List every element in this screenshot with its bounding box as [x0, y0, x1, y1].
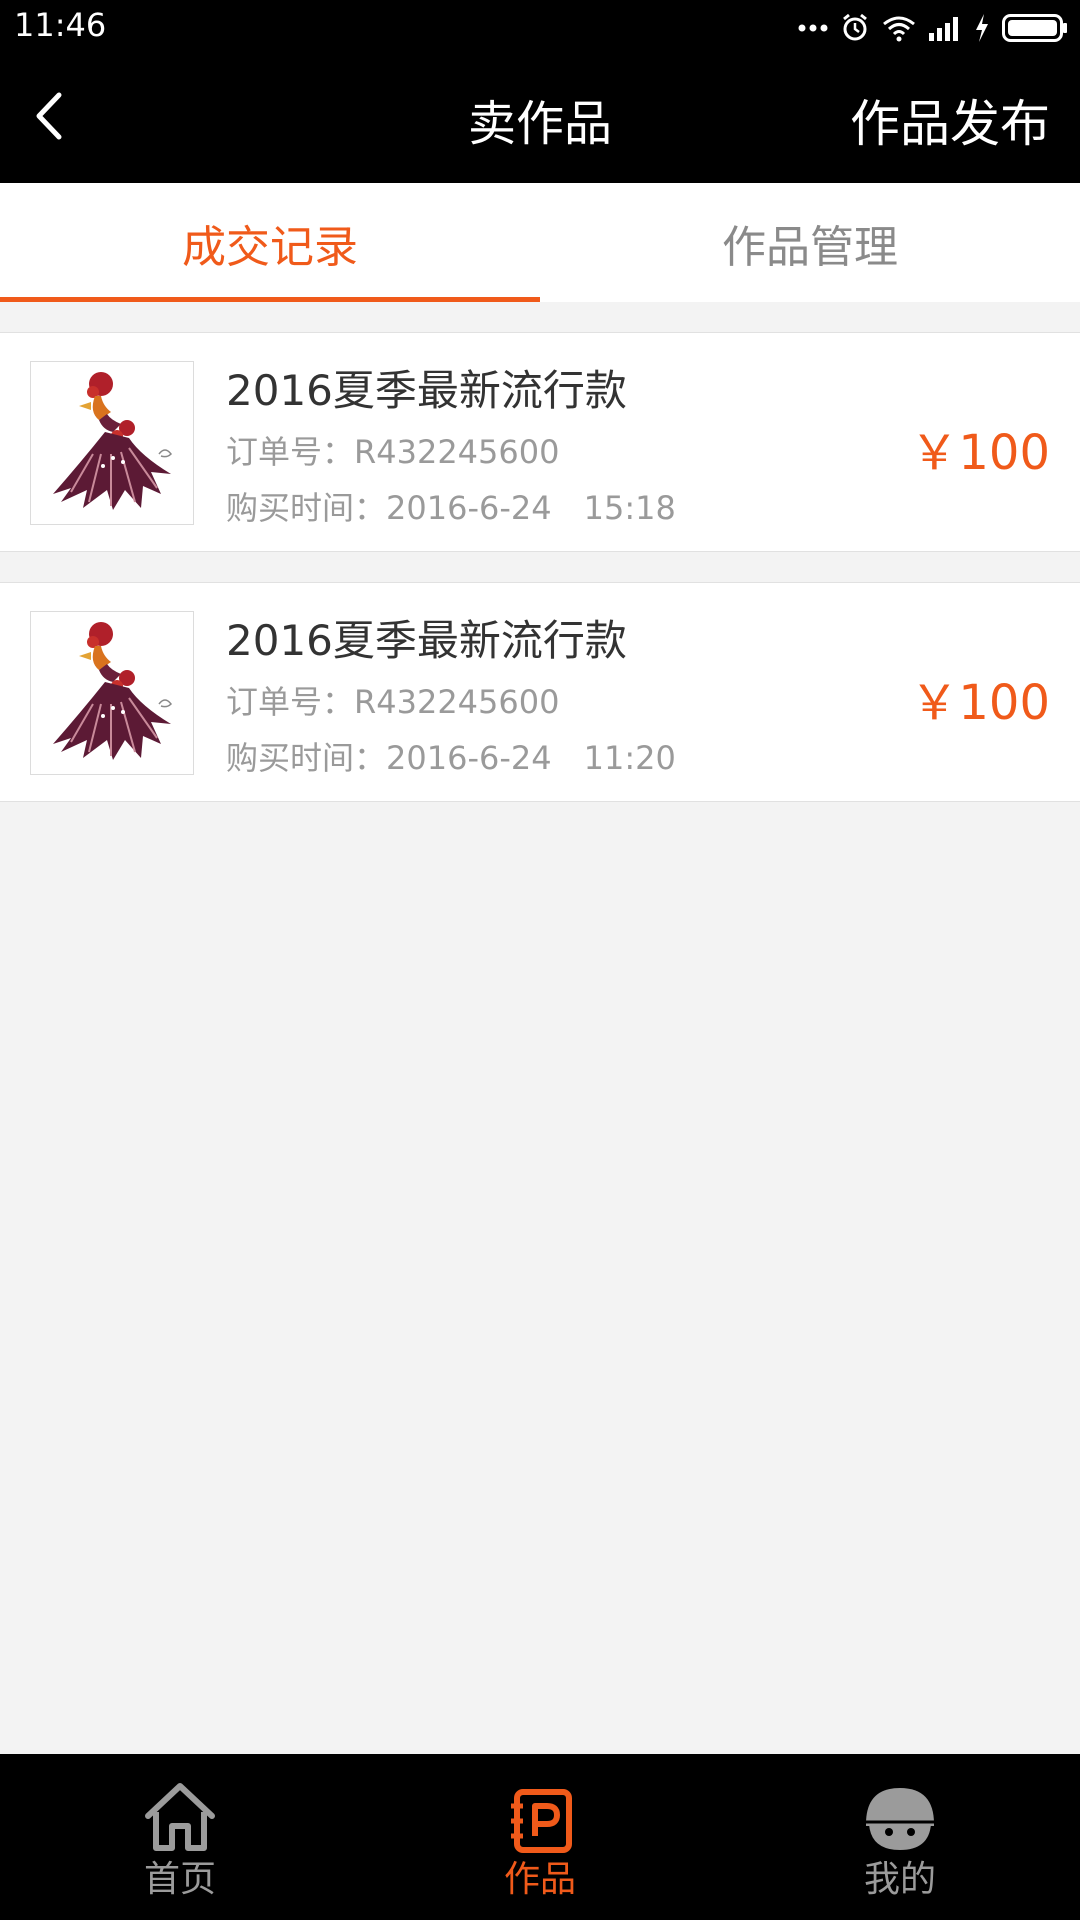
- nav-item-home[interactable]: 首页: [0, 1754, 360, 1920]
- tab-deal-records[interactable]: 成交记录: [0, 183, 540, 302]
- nav-item-works[interactable]: 作品: [360, 1754, 720, 1920]
- nav-label-profile: 我的: [863, 1859, 936, 1900]
- list-item[interactable]: 2016夏季最新流行款 订单号：R432245600 购买时间：2016-6-2…: [0, 332, 1080, 552]
- item-title: 2016夏季最新流行款: [226, 366, 627, 415]
- price: ￥100: [910, 675, 1050, 731]
- tab-bar: 成交记录 作品管理: [0, 183, 1080, 302]
- dress-illustration: [53, 372, 172, 510]
- wifi-icon: [883, 16, 915, 42]
- order-number: 订单号：R432245600: [226, 433, 560, 471]
- product-thumbnail: [30, 611, 194, 775]
- status-time: 11:46: [14, 6, 107, 44]
- nav-label-works: 作品: [503, 1859, 576, 1900]
- app-header: 卖作品 作品发布: [0, 56, 1080, 183]
- status-icons: [798, 8, 1068, 48]
- home-icon: [145, 1783, 215, 1851]
- item-title: 2016夏季最新流行款: [226, 616, 627, 665]
- status-bar: 11:46: [0, 0, 1080, 56]
- works-icon: [511, 1789, 572, 1853]
- tab-works-management[interactable]: 作品管理: [540, 183, 1080, 302]
- signal-icon: [929, 17, 958, 41]
- more-dots-icon: [798, 24, 828, 32]
- alarm-icon: [843, 13, 867, 41]
- bottom-nav: 首页 作品 我的: [0, 1754, 1080, 1920]
- battery-icon: [1002, 14, 1067, 42]
- purchase-time: 购买时间：2016-6-24 15:18: [226, 489, 676, 527]
- profile-icon: [866, 1788, 934, 1850]
- nav-label-home: 首页: [143, 1859, 216, 1900]
- price: ￥100: [910, 425, 1050, 481]
- purchase-time: 购买时间：2016-6-24 11:20: [226, 739, 676, 777]
- order-number: 订单号：R432245600: [226, 683, 560, 721]
- publish-button[interactable]: 作品发布: [850, 84, 1050, 156]
- nav-item-profile[interactable]: 我的: [720, 1754, 1080, 1920]
- order-list: 2016夏季最新流行款 订单号：R432245600 购买时间：2016-6-2…: [0, 332, 1080, 832]
- dress-illustration: [53, 622, 172, 760]
- list-item[interactable]: 2016夏季最新流行款 订单号：R432245600 购买时间：2016-6-2…: [0, 582, 1080, 802]
- charging-icon: [976, 14, 988, 42]
- product-thumbnail: [30, 361, 194, 525]
